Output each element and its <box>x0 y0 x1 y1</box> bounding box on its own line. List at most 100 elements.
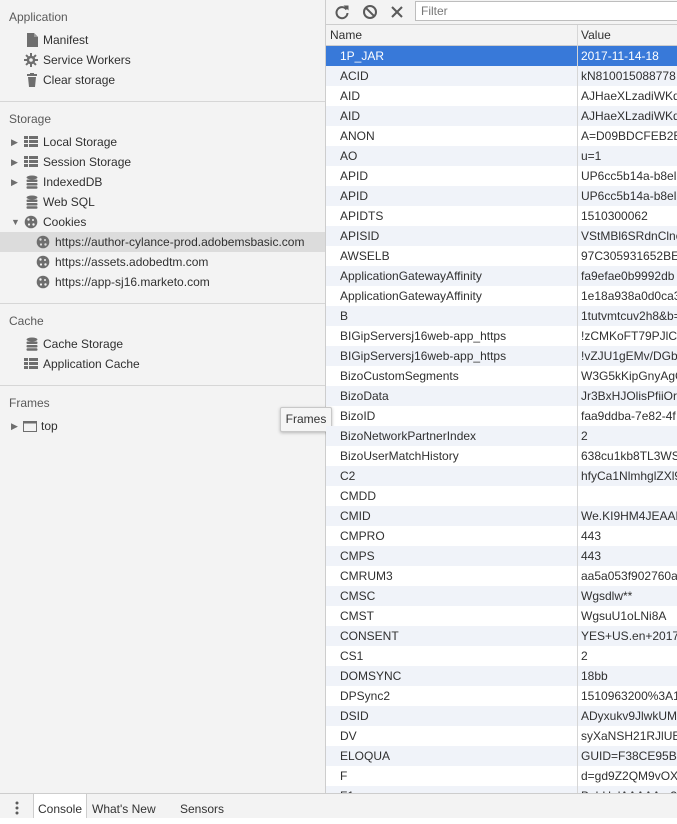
table-row[interactable]: APID UP6cc5b14a-b8el <box>326 186 677 206</box>
cookie-name-cell: CMST <box>340 609 374 623</box>
table-row[interactable]: ELOQUA GUID=F38CE95BE <box>326 746 677 766</box>
expand-arrow-icon[interactable]: ▶ <box>11 132 18 152</box>
cookie-name-cell: BizoNetworkPartnerIndex <box>340 429 477 443</box>
table-row[interactable]: BIGipServersj16web-app_https !zCMKoFT79PJ… <box>326 326 677 346</box>
cookie-value-cell: kN810015088778 <box>581 69 676 83</box>
table-row[interactable]: CMPRO 443 <box>326 526 677 546</box>
table-row[interactable]: BizoUserMatchHistory 638cu1kb8TL3WS <box>326 446 677 466</box>
table-row[interactable]: APISID VStMBl6SRdnClno <box>326 226 677 246</box>
sidebar-item-cookies[interactable]: ▼ Cookies <box>0 212 325 232</box>
sidebar-item-label: Manifest <box>43 33 89 47</box>
table-row[interactable]: DV syXaNSH21RJlUEF <box>326 726 677 746</box>
sidebar-item-web-sql[interactable]: Web SQL <box>0 192 325 212</box>
table-row[interactable]: ANON A=D09BDCFEB2B <box>326 126 677 146</box>
table-row[interactable]: DOMSYNC 18bb <box>326 666 677 686</box>
sidebar-item-cookie-site-author-cylance[interactable]: https://author-cylance-prod.adobemsbasic… <box>0 232 325 252</box>
table-row[interactable]: F1 BabUalAAAAAm3 <box>326 786 677 793</box>
grid-icon <box>24 358 38 369</box>
cookie-name-cell: BizoUserMatchHistory <box>340 449 459 463</box>
cookie-value-cell: u=1 <box>581 149 602 163</box>
table-row[interactable]: AID AJHaeXLzadiWKd <box>326 106 677 126</box>
table-row[interactable]: BIGipServersj16web-app_https !vZJU1gEMv/D… <box>326 346 677 366</box>
table-row[interactable]: ApplicationGatewayAffinity 1e18a938a0d0ca… <box>326 286 677 306</box>
sidebar-item-clear-storage[interactable]: Clear storage <box>0 70 325 90</box>
cookie-icon <box>36 275 50 289</box>
table-row[interactable]: DPSync2 1510963200%3A1 <box>326 686 677 706</box>
section-title-application: Application <box>9 10 68 24</box>
cookie-name-cell: CS1 <box>340 649 364 663</box>
sidebar-item-session-storage[interactable]: ▶ Session Storage <box>0 152 325 172</box>
table-row[interactable]: Fd=gd9Z2QM9vOX <box>326 766 677 786</box>
table-row[interactable]: CMRUM3 aa5a053f902760a <box>326 566 677 586</box>
sidebar-item-cookie-site-marketo[interactable]: https://app-sj16.marketo.com <box>0 272 325 292</box>
table-row[interactable]: CS1 2 <box>326 646 677 666</box>
sidebar-item-cache-storage[interactable]: Cache Storage <box>0 334 325 354</box>
cookie-name-cell: ANON <box>340 129 375 143</box>
table-row[interactable]: APID UP6cc5b14a-b8el <box>326 166 677 186</box>
cookie-name-cell: ApplicationGatewayAffinity <box>340 269 482 283</box>
table-row[interactable]: 1P_JAR 2017-11-14-18 <box>326 46 677 66</box>
table-row[interactable]: C2 hfyCa1NlmhglZXl9 <box>326 466 677 486</box>
table-row[interactable]: AID AJHaeXLzadiWKd <box>326 86 677 106</box>
column-header-name[interactable]: Name <box>330 25 362 45</box>
table-row[interactable]: AO u=1 <box>326 146 677 166</box>
delete-selected-icon[interactable] <box>389 4 405 20</box>
table-row[interactable]: CONSENT YES+US.en+20170 <box>326 626 677 646</box>
table-row[interactable]: BizoID faa9ddba-7e82-4f <box>326 406 677 426</box>
cookie-value-cell: GUID=F38CE95BE <box>581 749 677 763</box>
sidebar-item-indexeddb[interactable]: ▶ IndexedDB <box>0 172 325 192</box>
cookie-value-cell: 1tutvmtcuv2h8&b= <box>581 309 677 323</box>
table-row[interactable]: BizoNetworkPartnerIndex 2 <box>326 426 677 446</box>
cookie-name-cell: CONSENT <box>340 629 399 643</box>
tab-sensors[interactable]: Sensors <box>180 794 224 818</box>
expand-arrow-icon[interactable]: ▶ <box>11 152 18 172</box>
cookie-icon <box>36 235 50 249</box>
table-row[interactable]: AWSELB 97C305931652BE <box>326 246 677 266</box>
table-row[interactable]: BizoData Jr3BxHJOlisPfiiOrl <box>326 386 677 406</box>
table-row[interactable]: B 1tutvmtcuv2h8&b= <box>326 306 677 326</box>
table-row[interactable]: CMPS 443 <box>326 546 677 566</box>
table-row[interactable]: CMSC Wgsdlw** <box>326 586 677 606</box>
expand-arrow-icon[interactable]: ▶ <box>11 416 18 436</box>
tab-whats-new[interactable]: What's New <box>92 794 156 818</box>
application-sidebar: Application Manifest Service Workers Cle… <box>0 0 326 793</box>
table-row[interactable]: CMST WgsuU1oLNi8A <box>326 606 677 626</box>
sidebar-item-frame-top[interactable]: ▶ top <box>0 416 325 436</box>
more-tabs-icon[interactable] <box>15 801 19 815</box>
collapse-arrow-icon[interactable]: ▼ <box>11 212 20 232</box>
cookie-value-cell: 443 <box>581 549 602 563</box>
cookie-name-cell: F <box>340 769 348 783</box>
cookie-value-cell: 638cu1kb8TL3WS <box>581 449 677 463</box>
cookie-name-cell: BizoCustomSegments <box>340 369 459 383</box>
cookie-value-cell: YES+US.en+20170 <box>581 629 677 643</box>
cookie-value-cell: W3G5kKipGnyAgC <box>581 369 677 383</box>
tab-console[interactable]: Console <box>33 794 87 818</box>
table-row[interactable]: CMID We.KI9HM4JEAAE <box>326 506 677 526</box>
clear-all-icon[interactable] <box>362 4 378 20</box>
sidebar-item-local-storage[interactable]: ▶ Local Storage <box>0 132 325 152</box>
cookie-name-cell: AWSELB <box>340 249 390 263</box>
table-row[interactable]: APIDTS 1510300062 <box>326 206 677 226</box>
sidebar-item-cookie-site-adobedtm[interactable]: https://assets.adobedtm.com <box>0 252 325 272</box>
sidebar-item-manifest[interactable]: Manifest <box>0 30 325 50</box>
sidebar-item-service-workers[interactable]: Service Workers <box>0 50 325 70</box>
sidebar-item-label: https://author-cylance-prod.adobemsbasic… <box>55 235 305 249</box>
cookie-name-cell: BIGipServersj16web-app_https <box>340 329 507 343</box>
filter-input[interactable] <box>415 1 677 21</box>
cookie-name-cell: CMDD <box>340 489 376 503</box>
expand-arrow-icon[interactable]: ▶ <box>11 172 18 192</box>
table-row[interactable]: CMDD <box>326 486 677 506</box>
table-row[interactable]: DSID ADyxukv9JlwkUM <box>326 706 677 726</box>
database-icon <box>26 175 38 189</box>
section-divider <box>0 101 325 102</box>
cookie-value-cell: d=gd9Z2QM9vOX <box>581 769 677 783</box>
sidebar-item-application-cache[interactable]: Application Cache <box>0 354 325 374</box>
table-row[interactable]: ApplicationGatewayAffinity fa9efae0b9992d… <box>326 266 677 286</box>
refresh-icon[interactable] <box>334 4 350 20</box>
column-header-value[interactable]: Value <box>581 25 611 45</box>
cookie-name-cell: DPSync2 <box>340 689 391 703</box>
cookie-value-cell: syXaNSH21RJlUEF <box>581 729 677 743</box>
table-row[interactable]: BizoCustomSegments W3G5kKipGnyAgC <box>326 366 677 386</box>
database-icon <box>26 195 38 209</box>
table-row[interactable]: ACID kN810015088778 <box>326 66 677 86</box>
